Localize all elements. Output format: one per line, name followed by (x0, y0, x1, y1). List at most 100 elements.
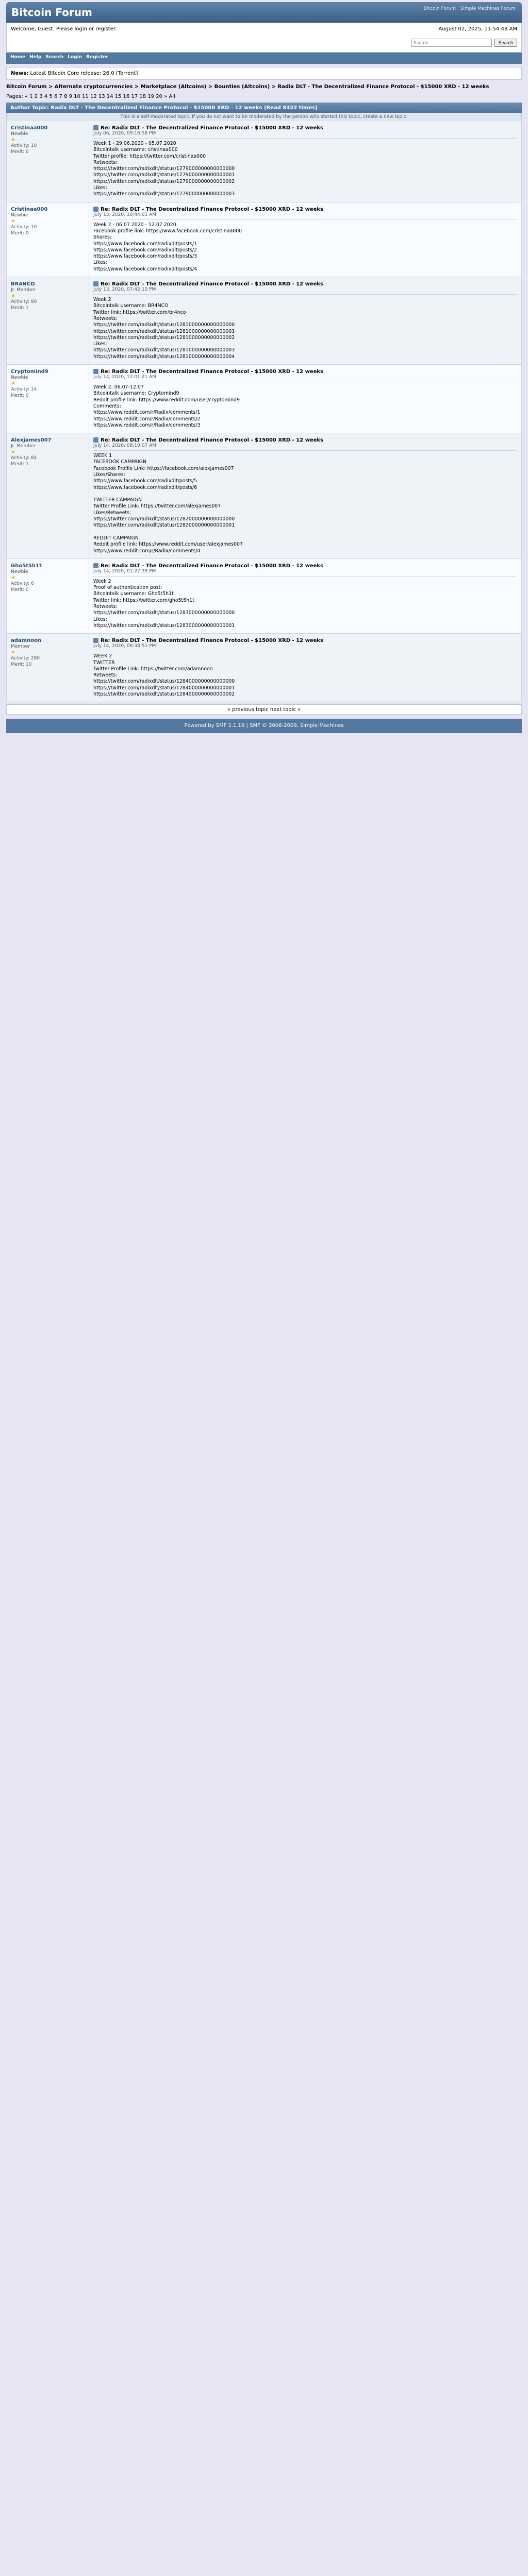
post-content: Re: Radix DLT - The Decentralized Financ… (89, 202, 521, 277)
post-icon (93, 638, 98, 643)
post-content: Re: Radix DLT - The Decentralized Financ… (89, 277, 521, 364)
forum-post: adamnoon Member ★ Activity: 280 Merit: 1… (6, 634, 522, 703)
nav-search[interactable]: Search (45, 55, 63, 62)
forum-post: Cristinaa000 Newbie ★ Activity: 10 Merit… (6, 202, 522, 278)
post-date: July 13, 2020, 10:44:01 AM (93, 212, 157, 217)
author-activity: Activity: 280 (11, 656, 40, 662)
page-links-top: Pages: « 1 2 3 4 5 6 7 8 9 10 11 12 13 1… (6, 94, 522, 99)
nav-home[interactable]: Home (10, 55, 25, 62)
author-merit: Merit: 0 (11, 149, 29, 155)
post-title[interactable]: Re: Radix DLT - The Decentralized Financ… (93, 125, 517, 131)
post-icon (93, 281, 98, 287)
post-title[interactable]: Re: Radix DLT - The Decentralized Financ… (93, 638, 517, 643)
rank-star-icon: ★ (11, 574, 15, 581)
post-date: July 13, 2020, 07:42:10 PM (93, 287, 156, 293)
post-author-panel: adamnoon Member ★ Activity: 280 Merit: 1… (7, 634, 89, 702)
post-body: Week 2 Bitcointalk username: BR4NCO Twit… (93, 297, 235, 360)
post-icon (93, 206, 98, 212)
post-body: WEEK 1 FACEBOOK CAMPAIGN Facebook Profil… (93, 453, 243, 554)
author-name[interactable]: Alexjames007 (11, 437, 85, 443)
news-box: News: Latest Bitcoin Core release: 26.0 … (6, 67, 522, 80)
post-title[interactable]: Re: Radix DLT - The Decentralized Financ… (93, 281, 517, 287)
nav-login[interactable]: Login (68, 55, 82, 62)
post-header: Re: Radix DLT - The Decentralized Financ… (93, 369, 517, 383)
author-name[interactable]: Cristinaa000 (11, 125, 85, 131)
search-button[interactable]: Search (494, 39, 517, 47)
post-author-panel: Alexjames007 Jr. Member ★ Activity: 84 M… (7, 433, 89, 558)
author-activity: Activity: 6 (11, 581, 34, 586)
author-activity: Activity: 84 (11, 455, 37, 461)
forum-logo[interactable]: Bitcoin Forum (11, 6, 92, 19)
author-name[interactable]: adamnoon (11, 638, 85, 643)
pagination[interactable]: Pages: « 1 2 3 4 5 6 7 8 9 10 11 12 13 1… (6, 94, 175, 99)
forum-post: Alexjames007 Jr. Member ★ Activity: 84 M… (6, 433, 522, 559)
post-list: Cristinaa000 Newbie ★ Activity: 10 Merit… (6, 121, 522, 703)
post-author-panel: BR4NCO Jr. Member ★ Activity: 90 Merit: … (7, 277, 89, 365)
post-content: Re: Radix DLT - The Decentralized Financ… (89, 433, 521, 558)
post-header: Re: Radix DLT - The Decentralized Financ… (93, 563, 517, 577)
post-header: Re: Radix DLT - The Decentralized Financ… (93, 206, 517, 220)
post-date: July 14, 2020, 08:10:07 AM (93, 443, 157, 449)
author-activity: Activity: 10 (11, 143, 37, 148)
self-moderated-note: This is a self-moderated topic. If you d… (6, 113, 522, 121)
post-content: Re: Radix DLT - The Decentralized Financ… (89, 559, 521, 633)
post-title[interactable]: Re: Radix DLT - The Decentralized Financ… (93, 206, 517, 212)
topic-navigation[interactable]: « previous topic next topic » (227, 707, 301, 713)
post-title-text: Re: Radix DLT - The Decentralized Financ… (101, 206, 323, 212)
post-header: Re: Radix DLT - The Decentralized Financ… (93, 281, 517, 295)
author-merit: Merit: 0 (11, 393, 29, 399)
post-title-text: Re: Radix DLT - The Decentralized Financ… (101, 638, 323, 644)
post-content: Re: Radix DLT - The Decentralized Financ… (89, 634, 521, 702)
author-rank: Newbie (11, 212, 28, 218)
current-date: August 02, 2025, 11:54:48 AM (438, 26, 517, 32)
post-title[interactable]: Re: Radix DLT - The Decentralized Financ… (93, 437, 517, 443)
post-title[interactable]: Re: Radix DLT - The Decentralized Financ… (93, 563, 517, 569)
post-body: Week 1 - 29.06.2020 - 05.07.2020 Bitcoin… (93, 141, 235, 197)
author-name[interactable]: Cristinaa000 (11, 207, 85, 212)
nav-help[interactable]: Help (29, 55, 41, 62)
author-rank: Newbie (11, 131, 28, 137)
forum-post: Cristinaa000 Newbie ★ Activity: 10 Merit… (6, 121, 522, 202)
news-text[interactable]: Latest Bitcoin Core release: 26.0 [Torre… (30, 71, 138, 76)
author-name[interactable]: Cryptomind9 (11, 369, 85, 375)
forum-post: Cryptomind9 Newbie ★ Activity: 14 Merit:… (6, 365, 522, 434)
rank-star-icon: ★ (11, 650, 15, 656)
post-title-text: Re: Radix DLT - The Decentralized Financ… (101, 437, 323, 444)
author-activity: Activity: 90 (11, 299, 37, 305)
author-rank: Jr. Member (11, 287, 36, 293)
forum-post: BR4NCO Jr. Member ★ Activity: 90 Merit: … (6, 277, 522, 365)
thread-header: Author Topic: Radix DLT - The Decentrali… (6, 103, 522, 113)
post-content: Re: Radix DLT - The Decentralized Financ… (89, 121, 521, 202)
search-box: Search (411, 39, 517, 47)
author-name[interactable]: Gho5t5h1t (11, 563, 85, 569)
post-icon (93, 437, 98, 443)
author-name[interactable]: BR4NCO (11, 281, 85, 287)
post-header: Re: Radix DLT - The Decentralized Financ… (93, 638, 517, 652)
post-body: Week 2: 06.07-12.07 Bitcointalk username… (93, 384, 240, 428)
post-date: July 14, 2020, 12:01:21 AM (93, 375, 157, 380)
author-rank: Jr. Member (11, 444, 36, 449)
post-title[interactable]: Re: Radix DLT - The Decentralized Financ… (93, 369, 517, 375)
topic-pager: « previous topic next topic » (6, 704, 522, 715)
post-body: Week 2 - 06.07.2020 - 12.07.2020 Faceboo… (93, 222, 242, 272)
forum-post: Gho5t5h1t Newbie ★ Activity: 6 Merit: 0 … (6, 558, 522, 634)
nav-register[interactable]: Register (86, 55, 108, 62)
post-icon (93, 369, 98, 375)
post-author-panel: Cristinaa000 Newbie ★ Activity: 10 Merit… (7, 121, 89, 202)
author-activity: Activity: 10 (11, 224, 37, 230)
post-icon (93, 125, 98, 130)
breadcrumb[interactable]: Bitcoin Forum > Alternate cryptocurrenci… (6, 84, 522, 90)
post-date: July 06, 2020, 09:16:58 PM (93, 131, 156, 136)
rank-star-icon: ★ (11, 137, 15, 143)
post-content: Re: Radix DLT - The Decentralized Financ… (89, 365, 521, 433)
post-icon (93, 563, 98, 568)
author-merit: Merit: 10 (11, 662, 32, 668)
post-author-panel: Cristinaa000 Newbie ★ Activity: 10 Merit… (7, 202, 89, 277)
post-date: July 14, 2020, 06:38:51 PM (93, 643, 156, 649)
main-nav: Home Help Search Login Register (6, 53, 522, 64)
post-title-text: Re: Radix DLT - The Decentralized Financ… (101, 563, 323, 569)
author-activity: Activity: 14 (11, 387, 37, 393)
search-input[interactable] (411, 39, 492, 47)
post-author-panel: Gho5t5h1t Newbie ★ Activity: 6 Merit: 0 (7, 558, 89, 634)
post-body: WEEK 2 TWITTER Twitter Profile Link: htt… (93, 653, 235, 697)
